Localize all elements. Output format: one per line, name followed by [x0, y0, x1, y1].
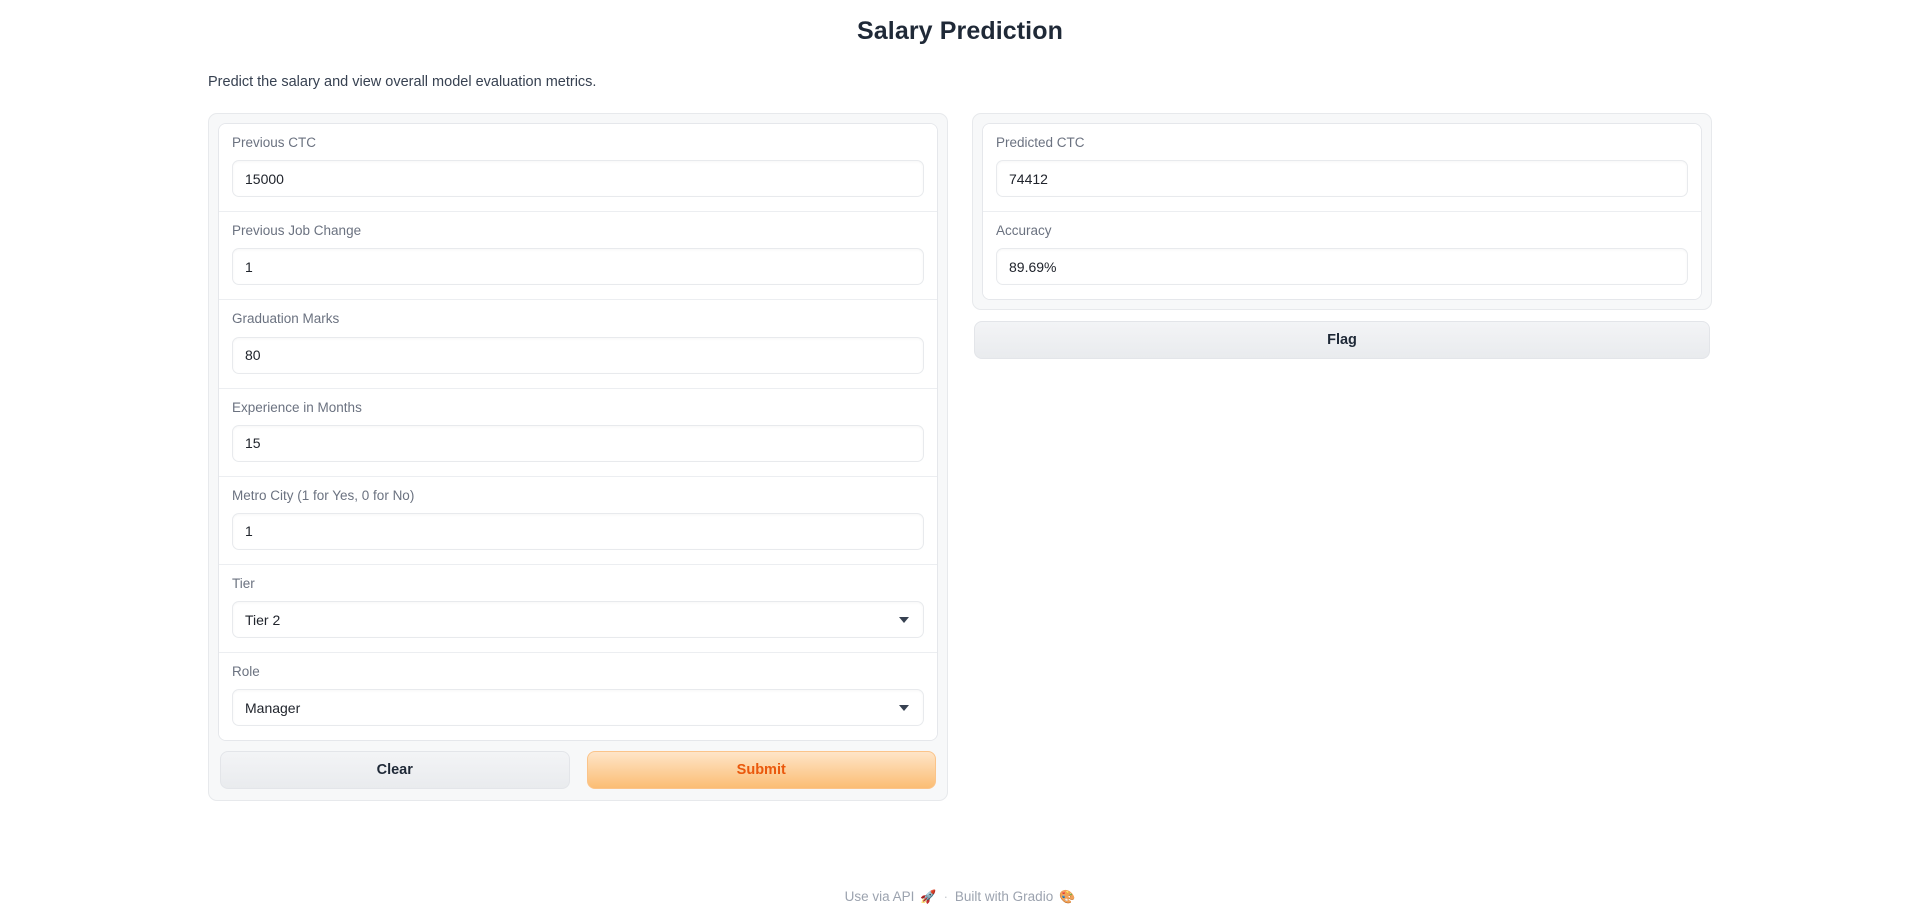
app-root: Salary Prediction Predict the salary and… [0, 0, 1920, 920]
dropdown-tier[interactable]: Tier 2 [232, 601, 924, 639]
columns-container: Previous CTC 15000 Previous Job Change 1… [0, 90, 1920, 802]
output-panel: Predicted CTC 74412 Accuracy 89.69% [972, 113, 1712, 311]
gradio-logo-icon: 🎨 [1059, 889, 1076, 904]
input-graduation-marks[interactable]: 80 [232, 336, 924, 374]
input-fieldset: Previous CTC 15000 Previous Job Change 1… [218, 123, 938, 742]
label-predicted-ctc: Predicted CTC [996, 135, 1085, 150]
output-column: Predicted CTC 74412 Accuracy 89.69% Flag [972, 113, 1712, 361]
field-graduation-marks: Graduation Marks 80 [219, 300, 937, 389]
use-via-api-link[interactable]: Use via API 🚀 [845, 889, 937, 904]
label-metro-city: Metro City (1 for Yes, 0 for No) [232, 487, 415, 503]
built-with-gradio-label: Built with Gradio [954, 889, 1054, 904]
output-fieldset: Predicted CTC 74412 Accuracy 89.69% [982, 123, 1702, 301]
form-buttons: Clear Submit [218, 741, 938, 791]
label-tier: Tier [232, 575, 255, 591]
input-previous-job-change[interactable]: 1 [232, 248, 924, 286]
output-accuracy[interactable]: 89.69% [996, 248, 1688, 286]
use-via-api-label: Use via API [844, 889, 915, 904]
built-with-gradio-link[interactable]: Built with Gradio 🎨 [955, 889, 1075, 904]
page-description: Predict the salary and view overall mode… [208, 74, 597, 90]
field-accuracy: Accuracy 89.69% [983, 212, 1701, 300]
submit-button[interactable]: Submit [586, 751, 936, 790]
input-metro-city[interactable]: 1 [232, 512, 924, 550]
field-metro-city: Metro City (1 for Yes, 0 for No) 1 [219, 476, 937, 565]
dropdown-tier-value: Tier 2 [245, 611, 281, 628]
chevron-down-icon [899, 616, 909, 623]
flag-button-wrap: Flag [972, 310, 1712, 361]
label-previous-ctc: Previous CTC [232, 135, 317, 150]
input-column: Previous CTC 15000 Previous Job Change 1… [208, 113, 948, 802]
page-title: Salary Prediction [857, 17, 1063, 45]
label-previous-job-change: Previous Job Change [232, 223, 362, 239]
field-previous-job-change: Previous Job Change 1 [219, 212, 937, 301]
footer: Use via API 🚀 · Built with Gradio 🎨 [0, 889, 1920, 904]
chevron-down-icon [899, 704, 909, 711]
label-experience-in-months: Experience in Months [232, 399, 362, 415]
dropdown-role-value: Manager [245, 699, 301, 716]
field-experience-in-months: Experience in Months 15 [219, 388, 937, 477]
footer-separator: · [943, 889, 948, 904]
dropdown-role[interactable]: Manager [232, 689, 924, 727]
field-previous-ctc: Previous CTC 15000 [219, 124, 937, 213]
field-role: Role Manager [219, 653, 937, 741]
output-predicted-ctc[interactable]: 74412 [996, 160, 1688, 198]
input-previous-ctc[interactable]: 15000 [232, 160, 924, 198]
rocket-icon: 🚀 [920, 889, 937, 904]
field-predicted-ctc: Predicted CTC 74412 [983, 124, 1701, 213]
clear-button[interactable]: Clear [220, 751, 570, 790]
input-panel: Previous CTC 15000 Previous Job Change 1… [208, 113, 948, 802]
flag-button[interactable]: Flag [974, 321, 1710, 360]
label-accuracy: Accuracy [996, 223, 1052, 239]
field-tier: Tier Tier 2 [219, 564, 937, 654]
label-role: Role [232, 664, 260, 680]
input-experience-in-months[interactable]: 15 [232, 424, 924, 462]
label-graduation-marks: Graduation Marks [232, 311, 340, 327]
